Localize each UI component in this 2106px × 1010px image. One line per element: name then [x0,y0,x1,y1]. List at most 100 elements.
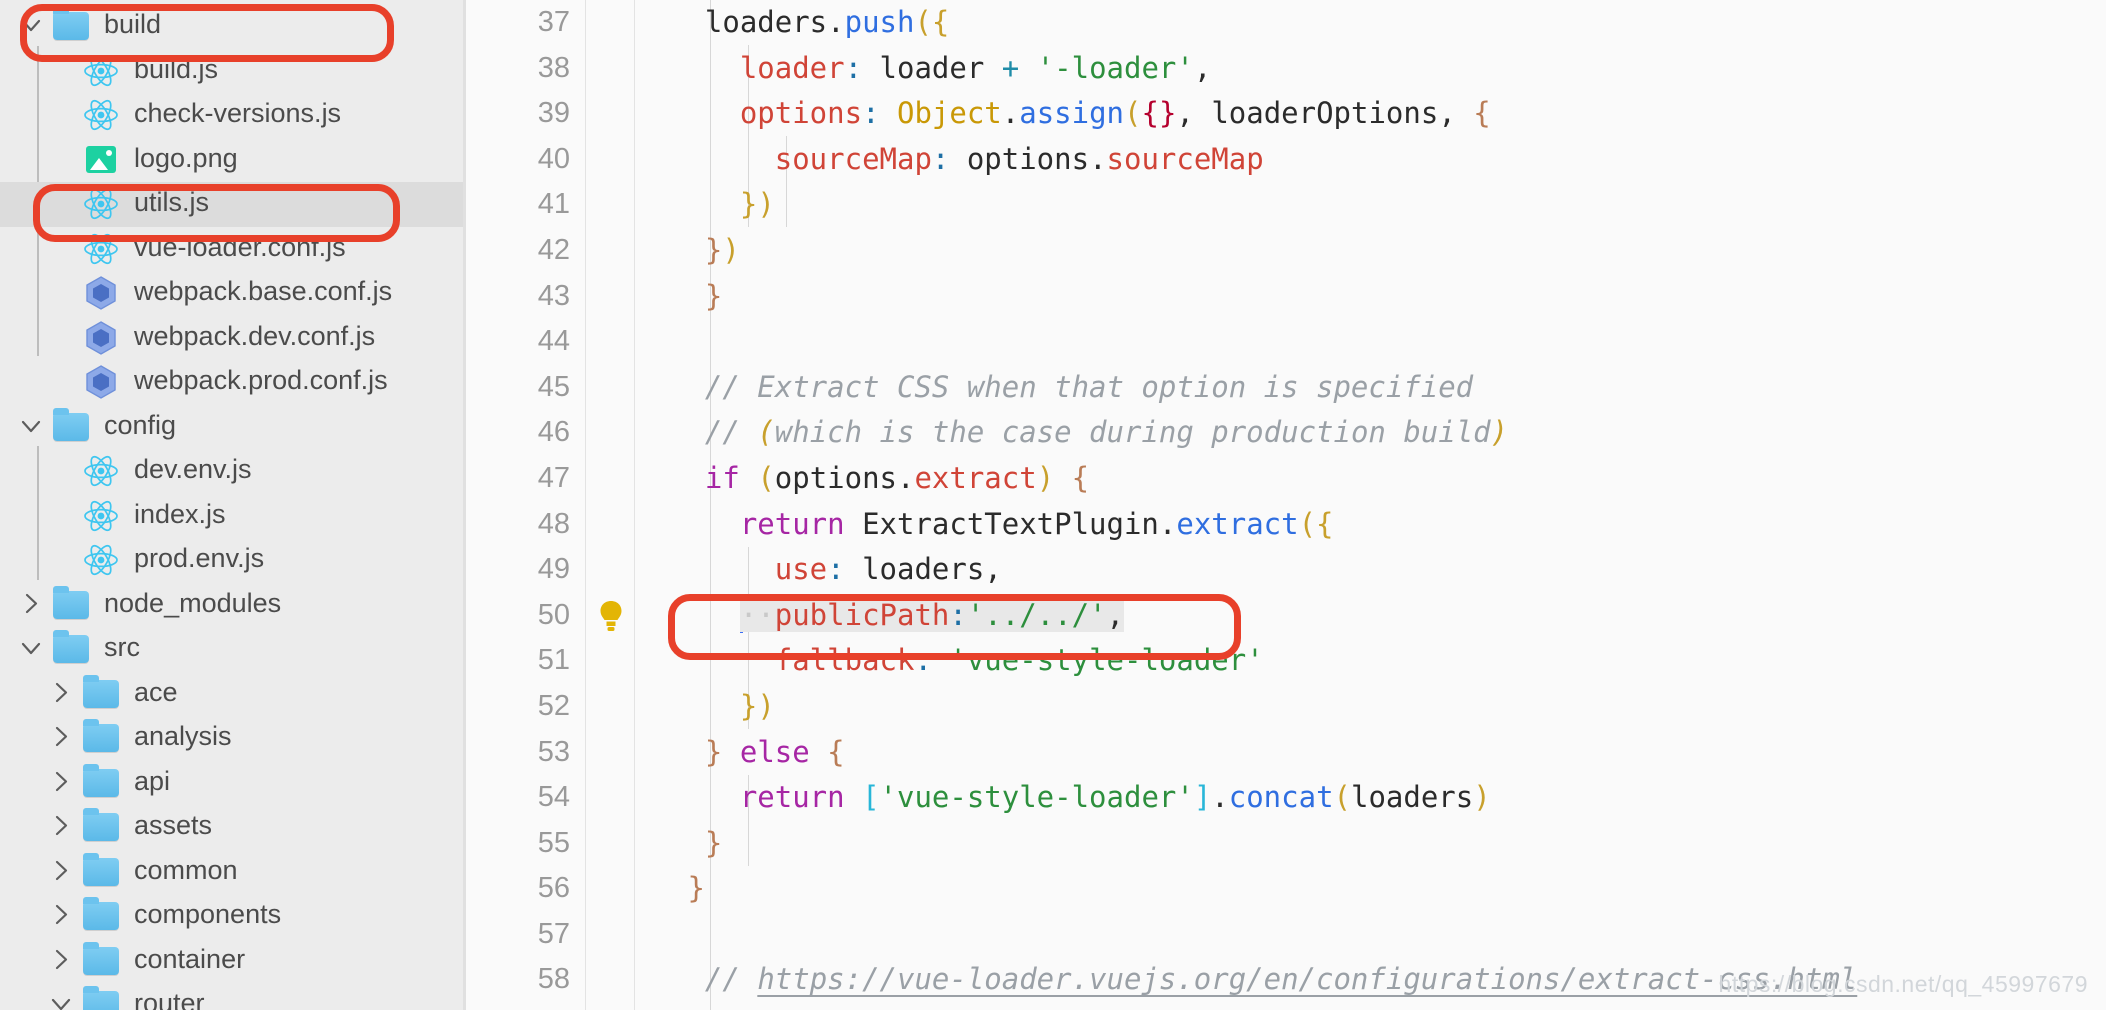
line-number: 53 [537,735,570,768]
line-number: 52 [537,689,570,722]
webpack-file-icon [82,320,120,355]
tree-item-logo-png[interactable]: logo.png [0,138,466,183]
chevron-down-icon[interactable] [18,412,48,442]
folder-icon [82,674,120,711]
tree-item-api[interactable]: api [0,761,466,806]
lightbulb-icon[interactable] [598,600,624,632]
tree-item-label: prod.env.js [134,543,265,574]
chevron-right-icon[interactable] [18,590,48,620]
code-line[interactable]: // Extract CSS when that option is speci… [648,365,2106,411]
js-file-icon [82,543,120,577]
tree-item-label: node_modules [104,587,282,618]
chevron-down-icon[interactable] [18,11,48,41]
line-number: 58 [537,963,570,996]
js-file-icon [82,454,120,488]
code-line[interactable]: return ['vue-style-loader'].concat(loade… [648,775,2106,821]
chevron-down-icon[interactable] [18,634,48,664]
tree-item-vue-loader-conf-js[interactable]: vue-loader.conf.js [0,227,466,272]
chevron-right-icon[interactable] [48,812,78,842]
tree-item-container[interactable]: container [0,939,466,984]
code-line[interactable]: // (which is the case during production … [648,410,2106,456]
code-line[interactable]: if (options.extract) { [648,456,2106,502]
js-file-icon [82,54,120,88]
chevron-right-icon[interactable] [48,946,78,976]
tree-item-config[interactable]: config [0,405,466,450]
line-number: 40 [537,142,570,175]
tree-item-utils-js[interactable]: utils.js [0,182,466,227]
code-line[interactable]: }) [648,684,2106,730]
tree-item-node-modules[interactable]: node_modules [0,583,466,628]
chevron-right-icon[interactable] [48,679,78,709]
tree-item-common[interactable]: common [0,850,466,895]
tree-item-index-js[interactable]: index.js [0,494,466,539]
tree-item-build[interactable]: build [0,4,466,49]
project-tree[interactable]: build build.js check-versions.js logo.png ut… [0,4,466,1010]
tree-item-components[interactable]: components [0,894,466,939]
tree-item-router[interactable]: router [0,983,466,1010]
code-line[interactable]: ··publicPath:'../../', [648,593,2106,639]
tree-item-webpack-dev-conf-js[interactable]: webpack.dev.conf.js [0,316,466,361]
webpack-file-icon [82,365,120,400]
folder-icon [52,585,90,622]
code-line[interactable]: fallback: 'vue-style-loader' [648,638,2106,684]
gutter-divider-right [634,0,635,1010]
code-line[interactable]: } [648,866,2106,912]
project-tree-panel[interactable]: build build.js check-versions.js logo.png ut… [0,0,466,1010]
editor-gutter[interactable]: 37 38 39 40 41 42 43 44 45 46 47 48 49 50 51 52 53 54 55 56… [466,0,648,1010]
tree-item-src[interactable]: src [0,627,466,672]
tree-item-label: ace [134,676,178,707]
code-line[interactable]: } [648,821,2106,867]
tree-item-prod-env-js[interactable]: prod.env.js [0,538,466,583]
tree-item-label: api [134,765,171,796]
tree-item-webpack-base-conf-js[interactable]: webpack.base.conf.js [0,271,466,316]
tree-item-label: webpack.prod.conf.js [134,365,388,396]
code-editor[interactable]: 37 38 39 40 41 42 43 44 45 46 47 48 49 50 51 52 53 54 55 56… [466,0,2106,1010]
code-line[interactable]: return ExtractTextPlugin.extract({ [648,502,2106,548]
code-line[interactable]: } else { [648,730,2106,776]
tree-item-analysis[interactable]: analysis [0,716,466,761]
line-number: 57 [537,917,570,950]
code-line[interactable] [648,319,2106,365]
js-file-icon [82,499,120,533]
js-file-icon [82,98,120,132]
tree-item-label: src [104,632,140,663]
tree-item-build-js[interactable]: build.js [0,49,466,94]
code-line[interactable]: sourceMap: options.sourceMap [648,137,2106,183]
folder-icon [82,986,120,1010]
code-line[interactable]: options: Object.assign({}, loaderOptions… [648,91,2106,137]
code-line[interactable]: } [648,274,2106,320]
chevron-right-icon[interactable] [48,723,78,753]
chevron-right-icon[interactable] [48,768,78,798]
tree-item-label: webpack.dev.conf.js [134,320,376,351]
chevron-down-icon[interactable] [48,990,78,1010]
folder-icon [52,407,90,444]
folder-icon [82,763,120,800]
tree-item-label: check-versions.js [134,98,342,129]
code-text-area[interactable]: loaders.push({ loader: loader + '-loader… [648,0,2106,1010]
js-file-icon [82,187,120,221]
tree-item-check-versions-js[interactable]: check-versions.js [0,93,466,138]
line-number: 56 [537,872,570,905]
tree-item-webpack-prod-conf-js[interactable]: webpack.prod.conf.js [0,360,466,405]
webpack-file-icon [82,276,120,311]
line-number: 37 [537,6,570,38]
tree-item-dev-env-js[interactable]: dev.env.js [0,449,466,494]
line-number-column: 37 38 39 40 41 42 43 44 45 46 47 48 49 50 51 52 53 54 55 56… [466,0,648,1003]
folder-icon [82,808,120,844]
chevron-right-icon[interactable] [48,901,78,931]
code-line[interactable]: }) [648,182,2106,228]
code-line[interactable]: loader: loader + '-loader', [648,46,2106,92]
tree-item-assets[interactable]: assets [0,805,466,850]
line-number: 49 [537,553,570,586]
folder-icon [82,852,120,889]
code-line[interactable] [648,912,2106,958]
tree-item-label: router [134,988,205,1010]
tree-item-label: components [134,899,282,930]
code-lines[interactable]: loaders.push({ loader: loader + '-loader… [648,0,2106,1003]
code-line[interactable]: loaders.push({ [648,0,2106,46]
code-line[interactable]: }) [648,228,2106,274]
chevron-right-icon[interactable] [48,857,78,887]
tree-item-ace[interactable]: ace [0,672,466,717]
line-number: 54 [537,781,570,814]
code-line[interactable]: use: loaders, [648,547,2106,593]
